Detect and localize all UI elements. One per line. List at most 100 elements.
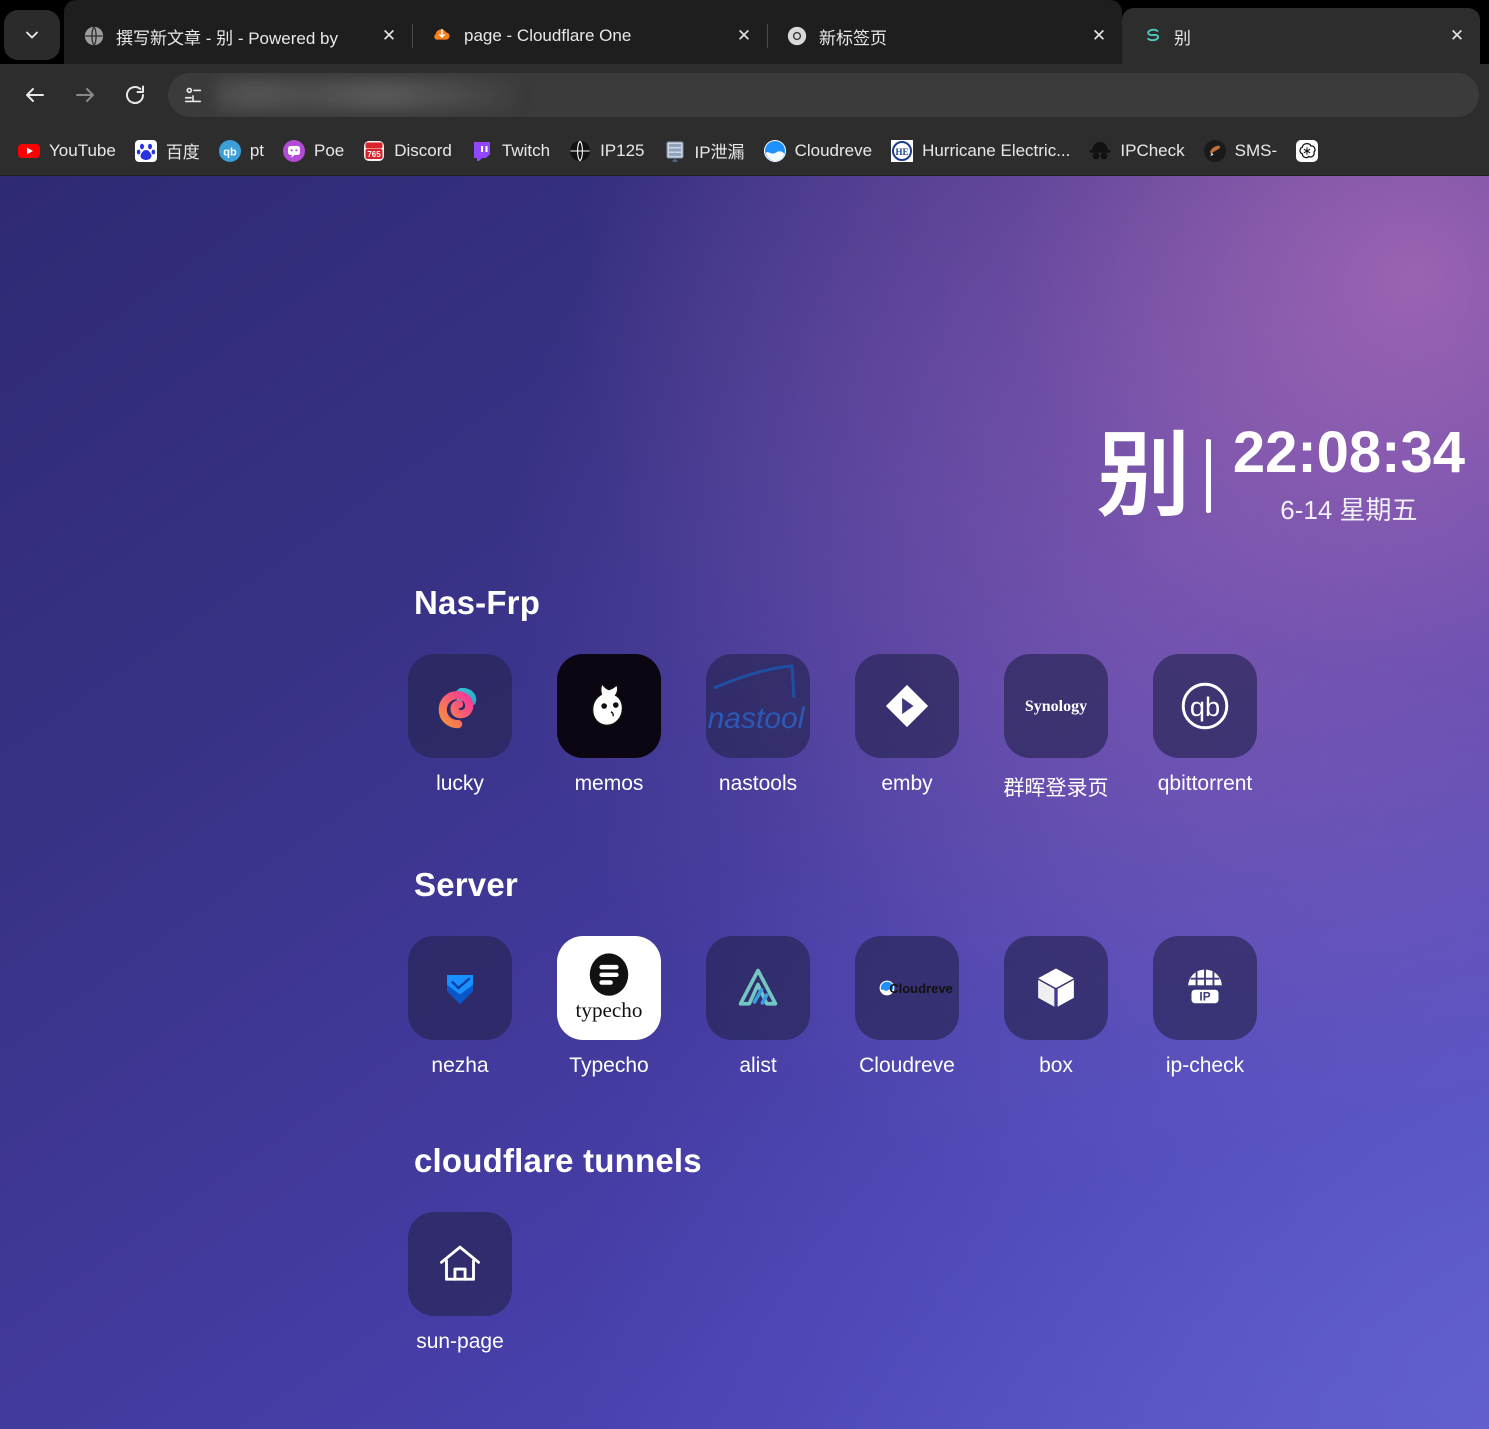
bookmark-twitch[interactable]: Twitch xyxy=(461,133,559,169)
home-icon xyxy=(408,1212,512,1316)
bookmark-label: Twitch xyxy=(501,140,551,160)
app-tile-lucky[interactable]: lucky xyxy=(408,654,512,802)
section-title: cloudflare tunnels xyxy=(414,1142,702,1179)
svg-text:typecho: typecho xyxy=(576,998,643,1022)
dashboard-sections: Nas-Frp lucky memos nastool nastools emb… xyxy=(0,584,1489,1358)
bookmark-ipcheck[interactable]: IPCheck xyxy=(1079,133,1193,169)
bookmark-openai[interactable] xyxy=(1286,133,1336,169)
app-tile-memos[interactable]: memos xyxy=(557,654,661,802)
tab-close-button[interactable]: ✕ xyxy=(1444,23,1470,49)
clock-divider xyxy=(1205,438,1211,513)
hand-icon xyxy=(1203,139,1227,163)
tab-close-button[interactable]: ✕ xyxy=(731,23,757,49)
bookmark-ip-leak[interactable]: IP泄漏 xyxy=(654,132,754,169)
app-tile-label: Typecho xyxy=(569,1054,649,1077)
memos-icon xyxy=(557,654,661,758)
app-tile-cloudreve[interactable]: Cloudreve Cloudreve xyxy=(855,936,959,1078)
baidu-icon xyxy=(134,139,158,163)
bookmark-label: Poe xyxy=(314,140,345,160)
bookmark-hurricane-electric[interactable]: HE Hurricane Electric... xyxy=(881,133,1079,169)
svg-text:IP: IP xyxy=(1199,990,1210,1004)
server-rack-icon xyxy=(663,139,687,163)
app-tile-alist[interactable]: alist xyxy=(706,936,810,1078)
section-nas-frp: Nas-Frp lucky memos nastool nastools emb… xyxy=(0,584,1489,802)
bookmark-label: IP125 xyxy=(600,140,645,160)
app-tile-nastools[interactable]: nastool nastools xyxy=(706,654,810,802)
ip-globe-icon: IP xyxy=(1153,936,1257,1040)
app-tile-box[interactable]: box xyxy=(1004,936,1108,1078)
app-tile-emby[interactable]: emby xyxy=(855,654,959,802)
cloudreve-icon xyxy=(763,139,787,163)
tab-title: 新标签页 xyxy=(819,28,887,48)
globe-dark-icon xyxy=(568,139,592,163)
app-tile-label: emby xyxy=(881,772,933,795)
bookmark-sms[interactable]: SMS- xyxy=(1194,133,1287,169)
tab-close-button[interactable]: ✕ xyxy=(376,23,402,49)
bookmark-pt[interactable]: qb pt xyxy=(209,133,273,169)
svg-text:765: 765 xyxy=(368,150,382,159)
section-title: Nas-Frp xyxy=(414,584,541,621)
bookmark-label: YouTube xyxy=(49,140,116,160)
tab-close-button[interactable]: ✕ xyxy=(1086,23,1112,49)
youtube-icon xyxy=(17,139,41,163)
svg-text:Cloudreve: Cloudreve xyxy=(889,981,953,996)
brand-glyph: 别 xyxy=(1097,421,1190,529)
bookmark-label: Discord xyxy=(394,140,452,160)
tab-search-button[interactable] xyxy=(4,10,60,60)
twitch-icon xyxy=(470,139,494,163)
clock-time: 22:08:34 xyxy=(1232,420,1465,485)
tab-sun-panel[interactable]: 别 ✕ xyxy=(1122,8,1480,64)
bookmark-discord[interactable]: 765 Discord xyxy=(353,133,461,169)
browser-toolbar xyxy=(0,64,1489,126)
bookmark-label: Cloudreve xyxy=(794,140,873,160)
app-tile-typecho[interactable]: typecho Typecho xyxy=(557,936,661,1078)
app-tile-label: memos xyxy=(574,772,644,795)
nastools-icon: nastool xyxy=(706,654,810,758)
bookmark-youtube[interactable]: YouTube xyxy=(8,133,125,169)
app-tile-label: nastools xyxy=(718,772,798,795)
forward-button[interactable] xyxy=(60,70,110,120)
bookmark-cloudreve[interactable]: Cloudreve xyxy=(754,133,882,169)
bookmark-label: Hurricane Electric... xyxy=(922,140,1071,160)
bookmark-label: 百度 xyxy=(165,143,200,162)
cloudreve-icon: Cloudreve xyxy=(855,936,959,1040)
tab-title: page - Cloudflare One xyxy=(464,26,632,45)
app-tile-nezha[interactable]: nezha xyxy=(408,936,512,1078)
dashboard-page: 别 22:08:34 6-14 星期五 Nas-Frp lucky memos … xyxy=(0,176,1489,1429)
app-tile-synology[interactable]: Synology 群晖登录页 xyxy=(1004,654,1109,802)
qbittorrent-icon: qb xyxy=(218,139,242,163)
bookmark-label: SMS- xyxy=(1234,140,1278,160)
reload-icon xyxy=(126,85,144,104)
app-tile-label: lucky xyxy=(436,772,484,795)
tab-new-tab[interactable]: 新标签页 ✕ xyxy=(767,8,1122,64)
address-bar[interactable] xyxy=(168,73,1479,117)
back-button[interactable] xyxy=(10,70,60,120)
section-title: Server xyxy=(414,866,518,903)
app-tile-qbittorrent[interactable]: qb qbittorrent xyxy=(1153,654,1257,802)
app-tile-label: box xyxy=(1039,1054,1073,1077)
app-tile-label: alist xyxy=(739,1054,777,1077)
nezha-icon xyxy=(408,936,512,1040)
app-tile-label: ip-check xyxy=(1165,1054,1245,1077)
bookmark-baidu[interactable]: 百度 xyxy=(125,132,209,169)
chrome-icon xyxy=(785,24,809,48)
bookmark-poe[interactable]: Poe xyxy=(273,133,353,169)
bookmark-ip125[interactable]: IP125 xyxy=(559,133,653,169)
site-info-icon xyxy=(184,87,202,103)
app-tile-sun-page[interactable]: sun-page xyxy=(408,1212,512,1354)
tab-title: 撰写新文章 - 别 - Powered by xyxy=(116,28,338,48)
arrow-left-icon xyxy=(26,88,44,102)
hurricane-electric-icon: HE xyxy=(890,139,914,163)
reload-button[interactable] xyxy=(110,70,160,120)
tab-cloudflare-one[interactable]: page - Cloudflare One ✕ xyxy=(412,8,767,64)
svg-text:Synology: Synology xyxy=(1025,698,1087,715)
app-tile-ip-check[interactable]: IP ip-check xyxy=(1153,936,1257,1078)
sun-panel-icon xyxy=(1140,24,1164,48)
tab-typecho-editor[interactable]: 撰写新文章 - 别 - Powered by ✕ xyxy=(64,8,412,64)
tab-group: 撰写新文章 - 别 - Powered by ✕ page - Cloudfla… xyxy=(64,0,1122,64)
box-cube-icon xyxy=(1004,936,1108,1040)
address-bar-url-redacted xyxy=(216,80,516,110)
clock-date: 6-14 星期五 xyxy=(1280,495,1418,525)
svg-text:qb: qb xyxy=(1190,691,1220,722)
